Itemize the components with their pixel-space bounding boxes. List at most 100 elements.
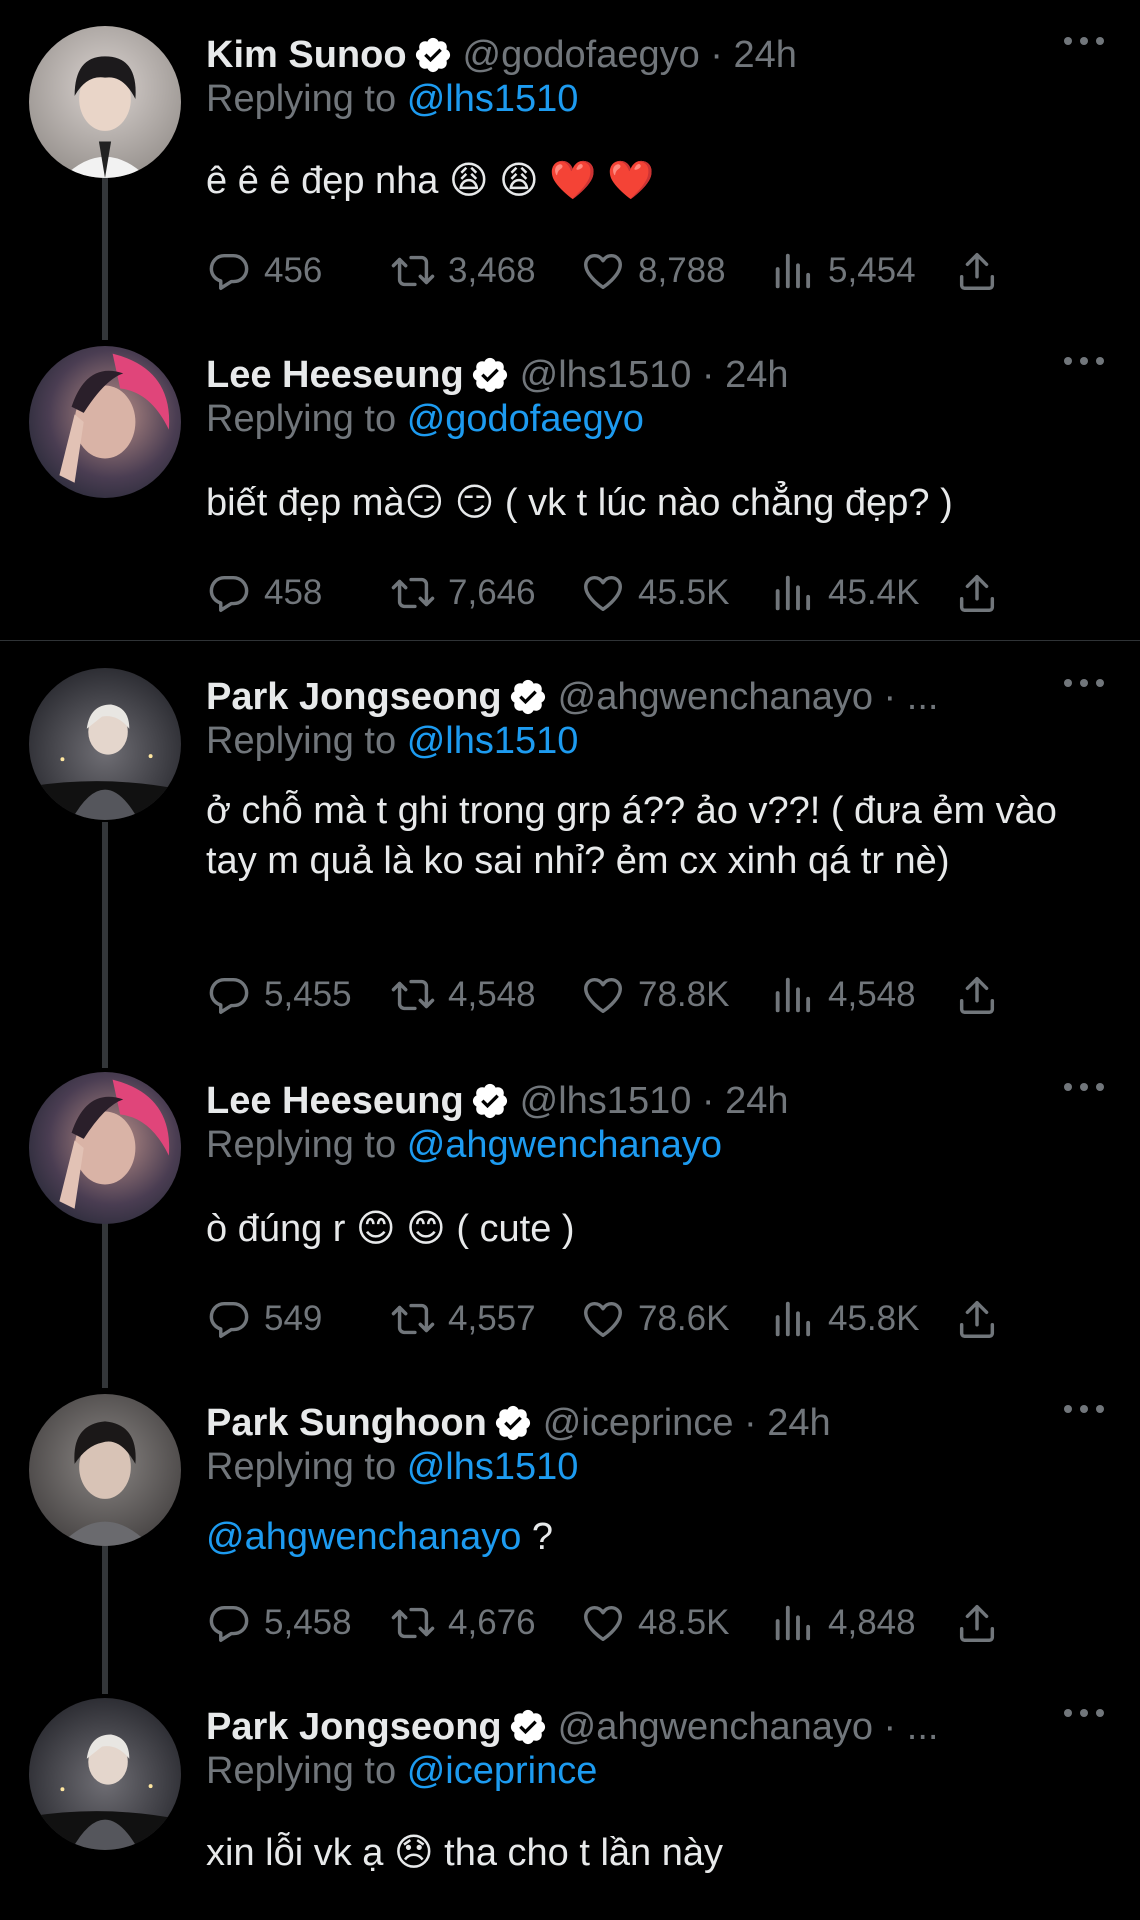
retweet-count: 4,676 xyxy=(448,1603,536,1642)
like-icon xyxy=(580,1296,626,1342)
tweet[interactable]: Kim Sunoo @godofaegyo · 24h Replying to … xyxy=(0,0,1140,320)
display-name[interactable]: Park Jongseong xyxy=(206,1706,502,1749)
tweet[interactable]: Lee Heeseung @lhs1510 · 24h Replying to … xyxy=(0,320,1140,640)
handle-and-time[interactable]: @ahgwenchanayo · ... xyxy=(558,676,939,719)
view-count: 4,548 xyxy=(828,975,916,1014)
views-button[interactable]: 45.8K xyxy=(770,1291,919,1347)
handle-and-time[interactable]: @lhs1510 · 24h xyxy=(520,1080,789,1123)
reply-count: 456 xyxy=(264,251,323,290)
display-name[interactable]: Lee Heeseung xyxy=(206,354,464,397)
reply-mention-link[interactable]: @iceprince xyxy=(407,1750,598,1792)
tweet[interactable]: Lee Heeseung @lhs1510 · 24h Replying to … xyxy=(0,1046,1140,1366)
avatar[interactable] xyxy=(29,668,181,820)
retweet-icon xyxy=(390,248,436,294)
handle-and-time[interactable]: @ahgwenchanayo · ... xyxy=(558,1706,939,1749)
retweet-count: 4,548 xyxy=(448,975,536,1014)
retweet-count: 4,557 xyxy=(448,1299,536,1338)
retweet-icon xyxy=(390,570,436,616)
retweet-icon xyxy=(390,1600,436,1646)
retweet-button[interactable]: 4,548 xyxy=(390,967,536,1023)
reply-mention-link[interactable]: @godofaegyo xyxy=(407,398,644,440)
reply-count: 5,458 xyxy=(264,1603,352,1642)
tweet-header: Lee Heeseung @lhs1510 · 24h xyxy=(206,350,1050,400)
reply-button[interactable]: 456 xyxy=(206,243,322,299)
retweet-button[interactable]: 3,468 xyxy=(390,243,536,299)
more-dots-icon[interactable] xyxy=(1064,676,1104,690)
reply-button[interactable]: 5,455 xyxy=(206,967,352,1023)
tweet[interactable]: Park Sunghoon @iceprince · 24h Replying … xyxy=(0,1368,1140,1688)
handle-and-time[interactable]: @lhs1510 · 24h xyxy=(520,354,789,397)
reply-mention-link[interactable]: @lhs1510 xyxy=(407,720,579,762)
like-button[interactable]: 45.5K xyxy=(580,565,729,621)
like-button[interactable]: 78.6K xyxy=(580,1291,729,1347)
more-dots-icon[interactable] xyxy=(1064,34,1104,48)
retweet-icon xyxy=(390,972,436,1018)
share-icon xyxy=(954,972,1000,1018)
reply-mention-link[interactable]: @ahgwenchanayo xyxy=(407,1124,722,1166)
view-count: 45.4K xyxy=(828,573,920,612)
reply-button[interactable]: 549 xyxy=(206,1291,322,1347)
reply-thread: Kim Sunoo @godofaegyo · 24h Replying to … xyxy=(0,0,1140,1920)
tweet[interactable]: Park Jongseong @ahgwenchanayo · ... Repl… xyxy=(0,1672,1140,1920)
like-button[interactable]: 48.5K xyxy=(580,1595,729,1651)
reply-count: 549 xyxy=(264,1299,323,1338)
views-icon xyxy=(770,1600,816,1646)
reply-icon xyxy=(206,972,252,1018)
handle-and-time[interactable]: @iceprince · 24h xyxy=(543,1402,831,1445)
reply-count: 458 xyxy=(264,573,323,612)
avatar[interactable] xyxy=(29,1072,181,1224)
share-button[interactable] xyxy=(954,967,1012,1023)
views-button[interactable]: 5,454 xyxy=(770,243,916,299)
share-button[interactable] xyxy=(954,243,1012,299)
tweet-text: xin lỗi vk ạ 😞 tha cho t lần này xyxy=(206,1832,723,1874)
like-icon xyxy=(580,1600,626,1646)
share-button[interactable] xyxy=(954,565,1012,621)
like-count: 8,788 xyxy=(638,251,726,290)
verified-badge-icon xyxy=(508,677,548,717)
verified-badge-icon xyxy=(413,35,453,75)
reply-icon xyxy=(206,1296,252,1342)
views-button[interactable]: 4,848 xyxy=(770,1595,916,1651)
more-dots-icon[interactable] xyxy=(1064,1080,1104,1094)
replying-to: Replying to @lhs1510 xyxy=(206,78,579,120)
more-dots-icon[interactable] xyxy=(1064,1402,1104,1416)
reply-button[interactable]: 458 xyxy=(206,565,322,621)
retweet-button[interactable]: 7,646 xyxy=(390,565,536,621)
views-button[interactable]: 4,548 xyxy=(770,967,916,1023)
share-button[interactable] xyxy=(954,1595,1012,1651)
reply-mention-link[interactable]: @lhs1510 xyxy=(407,78,579,120)
views-button[interactable]: 45.4K xyxy=(770,565,919,621)
views-icon xyxy=(770,248,816,294)
display-name[interactable]: Park Sunghoon xyxy=(206,1402,487,1445)
tweet-text: ò đúng r 😊 😊 ( cute ) xyxy=(206,1208,575,1250)
more-dots-icon[interactable] xyxy=(1064,1706,1104,1720)
retweet-icon xyxy=(390,1296,436,1342)
reply-mention-link[interactable]: @lhs1510 xyxy=(407,1446,579,1488)
replying-to: Replying to @iceprince xyxy=(206,1750,598,1792)
view-count: 45.8K xyxy=(828,1299,920,1338)
avatar[interactable] xyxy=(29,26,181,178)
display-name[interactable]: Lee Heeseung xyxy=(206,1080,464,1123)
display-name[interactable]: Park Jongseong xyxy=(206,676,502,719)
like-button[interactable]: 78.8K xyxy=(580,967,729,1023)
retweet-button[interactable]: 4,557 xyxy=(390,1291,536,1347)
avatar[interactable] xyxy=(29,1698,181,1850)
body-mention-link[interactable]: @ahgwenchanayo xyxy=(206,1516,521,1558)
reply-count: 5,455 xyxy=(264,975,352,1014)
share-button[interactable] xyxy=(954,1291,1012,1347)
tweet-header: Park Jongseong @ahgwenchanayo · ... xyxy=(206,1702,1050,1752)
tweet-actions: 5,458 4,676 48.5K 4,848 xyxy=(0,1595,1140,1651)
like-count: 48.5K xyxy=(638,1603,730,1642)
tweet-text: @ahgwenchanayo ? xyxy=(206,1516,554,1558)
handle-and-time[interactable]: @godofaegyo · 24h xyxy=(463,34,797,77)
views-icon xyxy=(770,972,816,1018)
reply-button[interactable]: 5,458 xyxy=(206,1595,352,1651)
share-icon xyxy=(954,1296,1000,1342)
display-name[interactable]: Kim Sunoo xyxy=(206,34,407,77)
like-button[interactable]: 8,788 xyxy=(580,243,726,299)
tweet[interactable]: Park Jongseong @ahgwenchanayo · ... Repl… xyxy=(0,642,1140,1062)
avatar[interactable] xyxy=(29,346,181,498)
retweet-button[interactable]: 4,676 xyxy=(390,1595,536,1651)
avatar[interactable] xyxy=(29,1394,181,1546)
more-dots-icon[interactable] xyxy=(1064,354,1104,368)
